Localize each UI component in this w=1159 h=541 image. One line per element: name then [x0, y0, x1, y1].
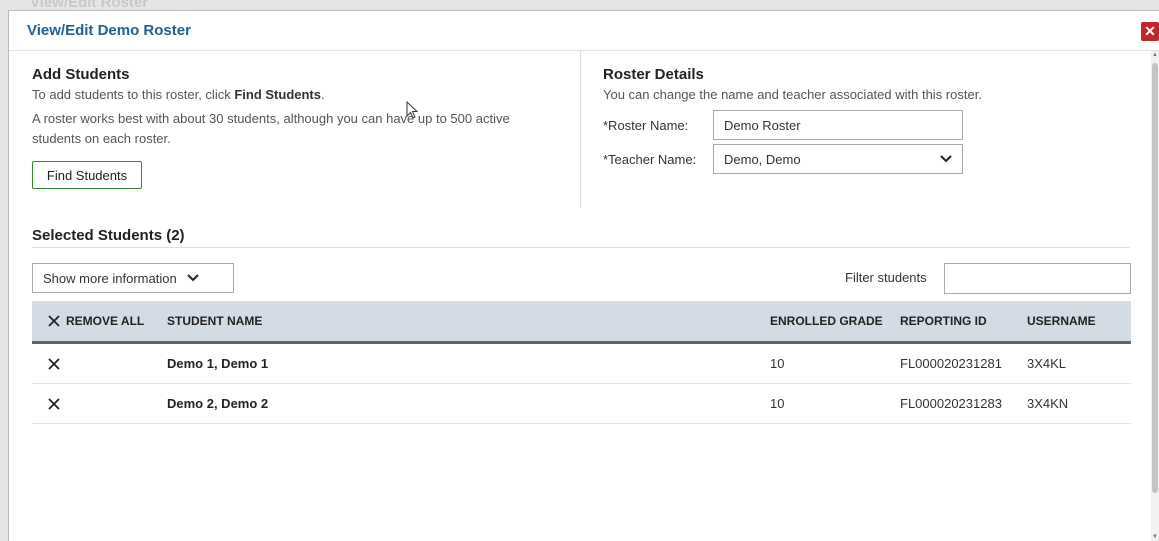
username-cell: 3X4KL — [1027, 356, 1067, 371]
roster-details-subtitle: You can change the name and teacher asso… — [603, 87, 982, 102]
column-header-student-name[interactable]: STUDENT NAME — [167, 314, 770, 328]
filter-students-input[interactable] — [944, 263, 1131, 294]
chevron-down-icon — [940, 155, 952, 163]
show-more-information-label: Show more information — [43, 270, 177, 286]
table-row: Demo 1, Demo 1 10 FL000020231281 3X4KL — [32, 344, 1131, 384]
remove-student-button[interactable] — [32, 357, 167, 370]
reporting-id-cell: FL000020231281 — [900, 356, 1002, 371]
roster-details-section: Roster Details You can change the name a… — [603, 66, 1143, 105]
teacher-name-row: *Teacher Name: Demo, Demo — [603, 144, 963, 174]
remove-all-button[interactable]: REMOVE ALL — [32, 314, 167, 328]
scroll-down-arrow-icon[interactable]: ▼ — [1151, 533, 1159, 541]
close-icon: ✕ — [1144, 23, 1156, 39]
filter-students-label: Filter students — [845, 270, 927, 285]
selected-students-title: Selected Students (2) — [32, 227, 185, 244]
selected-divider — [32, 247, 1130, 248]
column-header-username[interactable]: USERNAME — [1027, 314, 1131, 328]
show-more-information-dropdown[interactable]: Show more information — [32, 263, 234, 293]
students-table: REMOVE ALL STUDENT NAME ENROLLED GRADE R… — [32, 301, 1131, 424]
close-icon — [48, 397, 60, 410]
close-button[interactable]: ✕ — [1141, 22, 1159, 41]
mouse-pointer-icon — [406, 101, 418, 119]
teacher-name-label: *Teacher Name: — [603, 151, 697, 167]
teacher-name-select[interactable]: Demo, Demo — [713, 144, 963, 174]
modal-title: View/Edit Demo Roster — [27, 22, 191, 39]
grade-cell: 10 — [770, 356, 785, 371]
add-students-section: Add Students To add students to this ros… — [32, 66, 567, 149]
chevron-down-icon — [186, 274, 199, 282]
teacher-name-value: Demo, Demo — [724, 151, 801, 167]
roster-name-input[interactable] — [713, 110, 963, 140]
modal-scrollbar[interactable]: ▲ ▼ — [1151, 51, 1159, 541]
close-icon — [48, 315, 60, 327]
student-name-cell: Demo 2, Demo 2 — [167, 396, 269, 411]
modal-header: View/Edit Demo Roster — [9, 11, 1159, 51]
roster-name-label: *Roster Name: — [603, 117, 689, 133]
username-cell: 3X4KN — [1027, 396, 1069, 411]
column-header-enrolled-grade[interactable]: ENROLLED GRADE — [770, 314, 900, 328]
table-row: Demo 2, Demo 2 10 FL000020231283 3X4KN — [32, 384, 1131, 424]
scroll-thumb[interactable] — [1152, 63, 1158, 493]
reporting-id-cell: FL000020231283 — [900, 396, 1002, 411]
scroll-up-arrow-icon[interactable]: ▲ — [1151, 51, 1159, 59]
find-students-button[interactable]: Find Students — [32, 161, 142, 189]
remove-all-label: REMOVE ALL — [66, 314, 145, 328]
remove-student-button[interactable] — [32, 397, 167, 410]
add-students-title: Add Students — [32, 66, 130, 83]
roster-details-title: Roster Details — [603, 66, 704, 83]
table-header: REMOVE ALL STUDENT NAME ENROLLED GRADE R… — [32, 301, 1131, 344]
add-students-note: A roster works best with about 30 studen… — [32, 111, 510, 146]
roster-modal: View/Edit Demo Roster ✕ ▲ ▼ Add Students… — [8, 10, 1159, 541]
student-name-cell: Demo 1, Demo 1 — [167, 356, 269, 371]
add-students-instruction: To add students to this roster, click Fi… — [32, 87, 325, 102]
close-icon — [48, 357, 60, 370]
grade-cell: 10 — [770, 396, 785, 411]
section-divider — [580, 51, 581, 208]
roster-name-row: *Roster Name: — [603, 110, 963, 140]
column-header-reporting-id[interactable]: REPORTING ID — [900, 314, 1027, 328]
